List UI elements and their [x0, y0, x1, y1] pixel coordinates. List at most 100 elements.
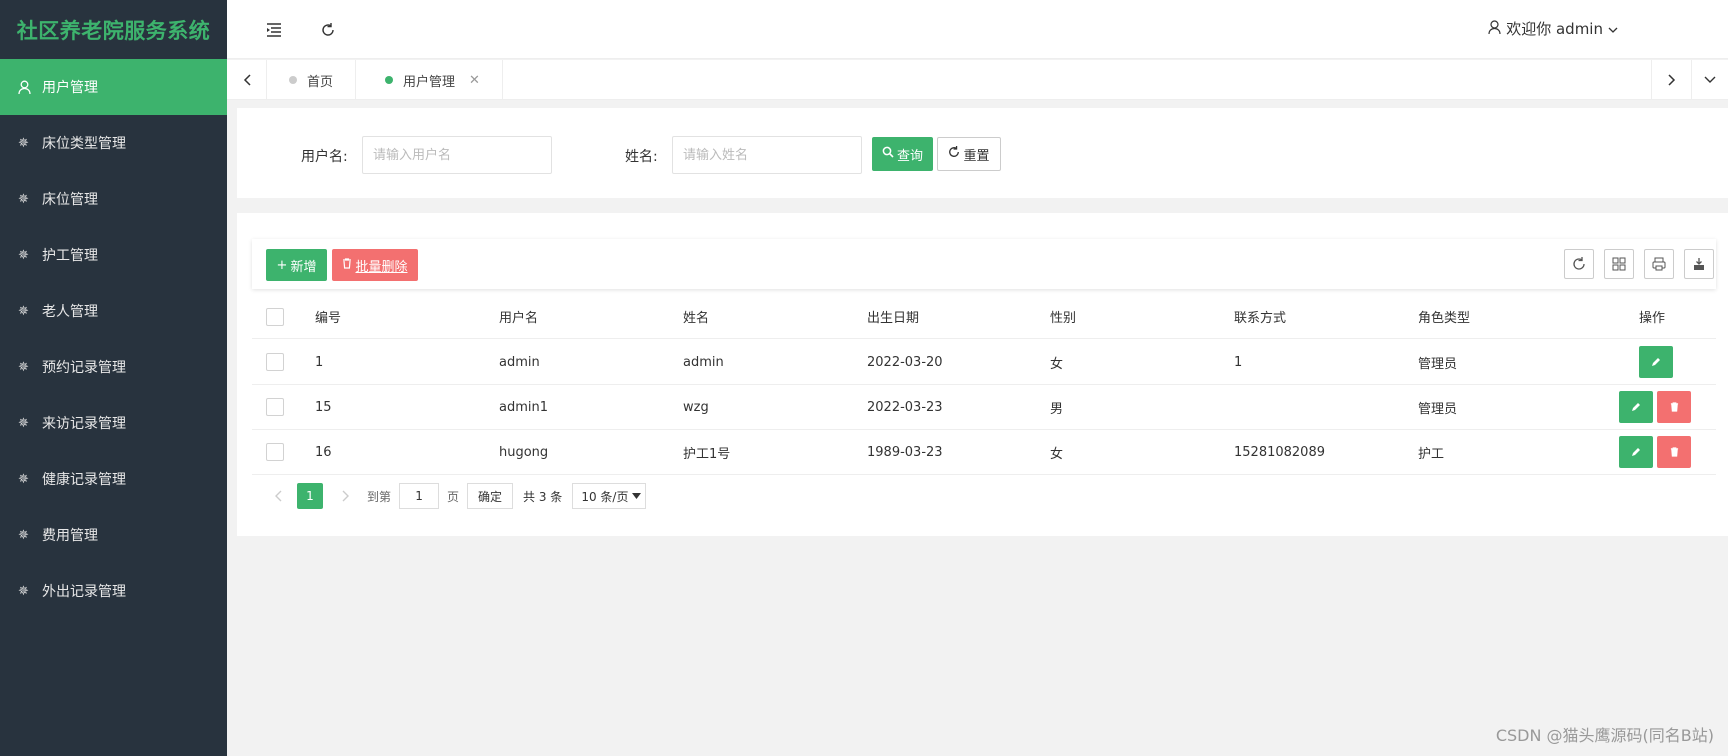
total-count: 共 3 条 [523, 489, 563, 504]
tab-home[interactable]: 首页 [267, 60, 357, 100]
table-cell-username: admin [499, 354, 540, 370]
table-header: 编号 用户名 姓名 出生日期 性别 联系方式 角色类型 操作 [252, 295, 1716, 339]
edit-icon [1652, 358, 1660, 366]
row-actions [1635, 340, 1673, 384]
pagination: 1 到第 页 确定 共 3 条 10 条/页 [265, 483, 647, 509]
column-header: 出生日期 [867, 311, 920, 326]
table-cell-role: 护工 [1418, 446, 1445, 462]
edit-button[interactable] [1639, 346, 1673, 378]
sidebar-item[interactable]: ✵ 床位类型管理 [0, 115, 227, 171]
table-cell-phone: 1 [1234, 354, 1243, 370]
trash-icon [342, 257, 352, 273]
reset-button[interactable]: 重置 [937, 137, 1001, 171]
plus-icon: + [276, 257, 288, 273]
sidebar-item[interactable]: ✵ 费用管理 [0, 507, 227, 563]
sidebar-item[interactable]: 用户管理 [0, 59, 227, 115]
edit-button[interactable] [1619, 436, 1653, 468]
column-header: 操作 [1639, 311, 1666, 326]
refresh-icon[interactable] [315, 17, 341, 43]
name-label: 姓名: [625, 149, 658, 165]
tabs-bar: 首页 用户管理 ✕ [227, 60, 1728, 100]
delete-button[interactable] [1657, 391, 1691, 423]
sidebar-item[interactable]: ✵ 床位管理 [0, 171, 227, 227]
sidebar-item-label: 用户管理 [42, 80, 98, 96]
gear-icon: ✵ [18, 527, 29, 543]
menu-collapse-icon[interactable] [261, 17, 287, 43]
prev-page-icon[interactable] [265, 483, 291, 509]
gear-icon: ✵ [18, 191, 29, 207]
table-row: 16 hugong 护工1号 1989-03-23 女 15281082089 护工 [252, 430, 1716, 475]
table-cell-role: 管理员 [1418, 401, 1458, 417]
gear-icon: ✵ [18, 415, 29, 431]
sidebar-item[interactable]: ✵ 外出记录管理 [0, 563, 227, 619]
sidebar-item-label: 老人管理 [42, 304, 98, 320]
sidebar-menu: 用户管理 ✵ 床位类型管理 ✵ 床位管理 ✵ 护工管理 ✵ 老人管理 ✵ 预约记录管理 ✵ 来访记录管理… [0, 59, 227, 619]
name-search-input[interactable] [672, 136, 862, 174]
add-button[interactable]: + 新增 [266, 249, 327, 281]
sidebar-item-label: 床位类型管理 [42, 136, 126, 152]
row-checkbox[interactable] [266, 430, 284, 474]
table-cell-name: wzg [683, 399, 709, 415]
query-button[interactable]: 查询 [872, 137, 933, 171]
tabs-scroll-right-icon[interactable] [1651, 60, 1691, 100]
edit-button[interactable] [1619, 391, 1653, 423]
table-panel: + 新增 批量删除 编号 用户名 姓名 出生日期 性别 联系方式 角色类型 操作… [237, 213, 1728, 536]
top-header: 欢迎你 admin [227, 0, 1728, 59]
tabs-dropdown-icon[interactable] [1691, 60, 1728, 100]
chevron-down-icon [632, 493, 642, 499]
tab-user-management[interactable]: 用户管理 ✕ [363, 60, 503, 100]
sidebar-item[interactable]: ✵ 健康记录管理 [0, 451, 227, 507]
sidebar-item[interactable]: ✵ 护工管理 [0, 227, 227, 283]
batch-delete-button[interactable]: 批量删除 [332, 249, 418, 281]
chevron-down-icon [1608, 20, 1618, 38]
page-suffix: 页 [447, 489, 460, 504]
row-checkbox[interactable] [266, 340, 284, 384]
column-header: 姓名 [683, 311, 710, 326]
page-number-current[interactable]: 1 [297, 483, 323, 509]
table-cell-username: admin1 [499, 399, 549, 415]
gear-icon: ✵ [18, 303, 29, 319]
table-cell-role: 管理员 [1418, 356, 1458, 372]
row-actions [1615, 385, 1691, 429]
page-size-select[interactable]: 10 条/页 [572, 483, 647, 509]
sidebar-item[interactable]: ✵ 老人管理 [0, 283, 227, 339]
tab-dot [289, 76, 297, 84]
goto-page-input[interactable] [399, 483, 440, 509]
sidebar: 社区养老院服务系统 用户管理 ✵ 床位类型管理 ✵ 床位管理 ✵ 护工管理 ✵ 老人管理 ✵ 预约记… [0, 0, 227, 756]
sidebar-item[interactable]: ✵ 来访记录管理 [0, 395, 227, 451]
username-label: 用户名: [301, 149, 348, 165]
tabs-scroll-left-icon[interactable] [227, 60, 267, 100]
sidebar-item-label: 来访记录管理 [42, 416, 126, 432]
user-menu[interactable]: 欢迎你 admin [1488, 18, 1618, 39]
goto-confirm-button[interactable]: 确定 [467, 483, 514, 509]
table-cell-birth: 1989-03-23 [867, 444, 943, 460]
column-filter-icon[interactable] [1604, 249, 1634, 279]
app-logo-title: 社区养老院服务系统 [16, 18, 211, 43]
username-search-input[interactable] [362, 136, 552, 174]
table-refresh-icon[interactable] [1564, 249, 1594, 279]
edit-icon [1632, 448, 1640, 456]
reset-icon [948, 146, 960, 162]
search-icon [882, 146, 894, 162]
export-icon[interactable] [1684, 249, 1714, 279]
delete-button[interactable] [1657, 436, 1691, 468]
close-icon[interactable]: ✕ [469, 73, 480, 88]
table-cell-phone: 15281082089 [1234, 444, 1325, 460]
table-cell-username: hugong [499, 444, 549, 460]
next-page-icon[interactable] [333, 483, 359, 509]
column-header: 性别 [1050, 311, 1077, 326]
user-icon [18, 80, 42, 94]
row-checkbox[interactable] [266, 385, 284, 429]
sidebar-item[interactable]: ✵ 预约记录管理 [0, 339, 227, 395]
row-actions [1615, 430, 1691, 474]
sidebar-item-label: 预约记录管理 [42, 360, 126, 376]
gear-icon: ✵ [18, 135, 29, 151]
print-icon[interactable] [1644, 249, 1674, 279]
column-header: 角色类型 [1418, 311, 1471, 326]
table-row: 1 admin admin 2022-03-20 女 1 管理员 [252, 340, 1716, 385]
watermark: CSDN @猫头鹰源码(同名B站) [1495, 726, 1714, 745]
goto-label: 到第 [367, 489, 392, 504]
table-cell-birth: 2022-03-20 [867, 354, 943, 370]
select-all-checkbox[interactable] [266, 295, 284, 338]
trash-icon [1670, 447, 1678, 457]
